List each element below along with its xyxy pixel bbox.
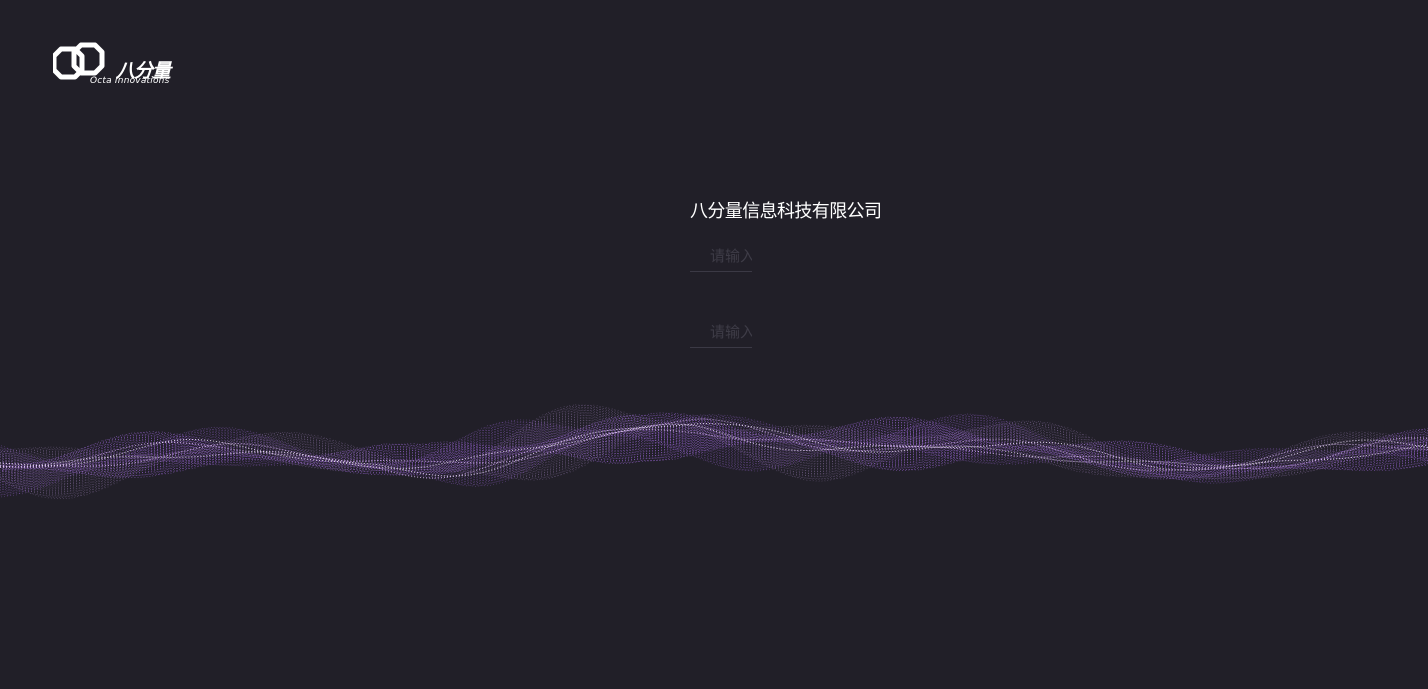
password-field-wrap — [690, 317, 752, 348]
brand-name-en: Octa Innovations — [90, 76, 170, 86]
login-form: 八分量信息科技有限公司 — [690, 200, 910, 348]
password-input[interactable] — [710, 322, 752, 342]
particle-wave-decoration — [0, 403, 1428, 500]
username-field-wrap — [690, 241, 752, 272]
username-input[interactable] — [710, 246, 752, 266]
brand-logo: 八分量 Octa Innovations — [53, 42, 183, 90]
company-title: 八分量信息科技有限公司 — [690, 201, 882, 222]
